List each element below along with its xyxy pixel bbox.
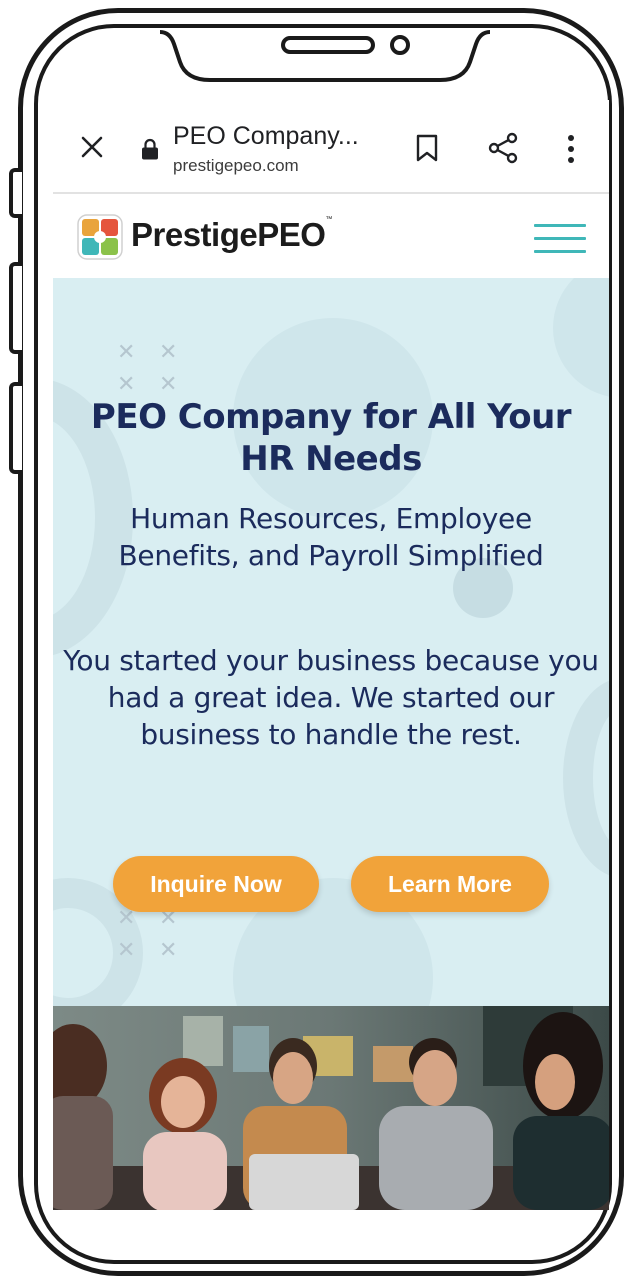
decorative-x: ✕ [159, 340, 178, 365]
inquire-now-button[interactable]: Inquire Now [113, 856, 319, 912]
browser-toolbar: PEO Company... prestigepeo.com [53, 100, 609, 194]
decorative-circle [553, 278, 609, 398]
team-photo [53, 1006, 609, 1210]
phone-screen: PEO Company... prestigepeo.com PrestigeP… [53, 100, 609, 1210]
phone-side-button [9, 262, 22, 354]
phone-side-button [9, 168, 22, 218]
hero-section: ✕ ✕ ✕ ✕ ✕ ✕ ✕ ✕ PEO Company for All Your… [53, 278, 609, 1006]
share-icon[interactable] [487, 132, 519, 164]
decorative-x: ✕ [159, 938, 178, 963]
page-title[interactable]: PEO Company... [173, 122, 359, 151]
close-icon[interactable] [79, 134, 105, 160]
decorative-x: ✕ [117, 938, 136, 963]
phone-side-button [9, 382, 22, 474]
decorative-x: ✕ [117, 340, 136, 365]
bookmark-icon[interactable] [415, 134, 439, 162]
logo-mark[interactable] [77, 214, 123, 260]
phone-notch [160, 30, 490, 82]
page-url[interactable]: prestigepeo.com [173, 156, 299, 176]
decorative-x: ✕ [159, 372, 178, 397]
lock-icon [142, 138, 158, 160]
logo-wordmark[interactable]: PrestigePEO™ [131, 216, 332, 254]
more-vert-icon[interactable] [565, 134, 577, 164]
hero-heading: PEO Company for All Your HR Needs [90, 397, 572, 479]
site-header: PrestigePEO™ [53, 194, 609, 278]
learn-more-button[interactable]: Learn More [351, 856, 549, 912]
menu-icon[interactable] [534, 224, 586, 254]
hero-body-text: You started your business because you ha… [63, 644, 599, 751]
hero-subheading: Human Resources, Employee Benefits, and … [118, 502, 544, 572]
decorative-x: ✕ [117, 372, 136, 397]
